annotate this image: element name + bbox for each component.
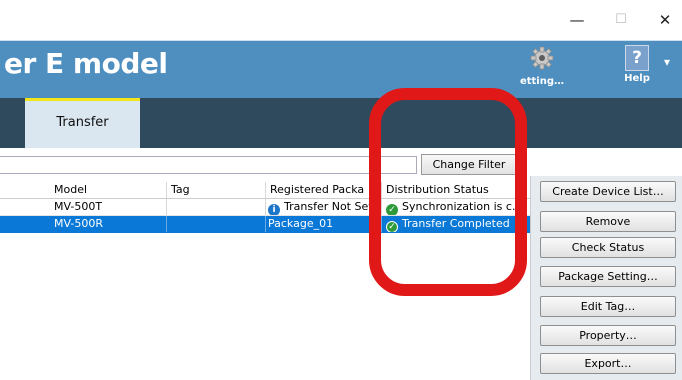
highlight-annotation [369,88,527,296]
help-icon: ? [625,45,649,71]
export-button[interactable]: Export… [540,353,676,374]
chevron-down-icon[interactable]: ▾ [664,55,670,69]
minimize-button[interactable]: — [565,8,589,32]
action-panel: Create Device List… Remove Check Status … [530,176,682,380]
help-button[interactable]: ? Help [612,45,662,84]
remove-button[interactable]: Remove [540,211,676,232]
app-title: er E model [4,47,168,80]
column-header-tag[interactable]: Tag [171,182,190,198]
info-icon: i [268,204,280,215]
tab-bar: Transfer [0,98,682,148]
check-status-button[interactable]: Check Status [540,237,676,258]
maximize-button[interactable]: ☐ [609,8,633,32]
property-button[interactable]: Property… [540,325,676,346]
cell-package: Package_01 [268,217,334,230]
app-header: er E model etting… ? Help ▾ [0,40,682,99]
create-device-list-button[interactable]: Create Device List… [540,181,676,202]
setting-button[interactable]: etting… [512,45,572,87]
cell-model: MV-500T [54,200,103,213]
cell-package: i Transfer Not Set [268,199,378,215]
close-button[interactable]: ✕ [653,8,677,32]
filter-input[interactable] [0,156,417,174]
column-header-model[interactable]: Model [54,182,87,198]
gear-icon [530,46,554,70]
cell-model: MV-500R [54,217,103,230]
column-header-package[interactable]: Registered Package [270,182,364,198]
setting-label: etting… [519,76,565,87]
tab-transfer[interactable]: Transfer [25,98,140,148]
cell-package-text: Transfer Not Set [284,200,373,213]
package-setting-button[interactable]: Package Setting… [540,266,676,287]
edit-tag-button[interactable]: Edit Tag… [540,296,676,317]
help-label: Help [624,73,650,84]
window-titlebar: — ☐ ✕ [0,0,682,40]
